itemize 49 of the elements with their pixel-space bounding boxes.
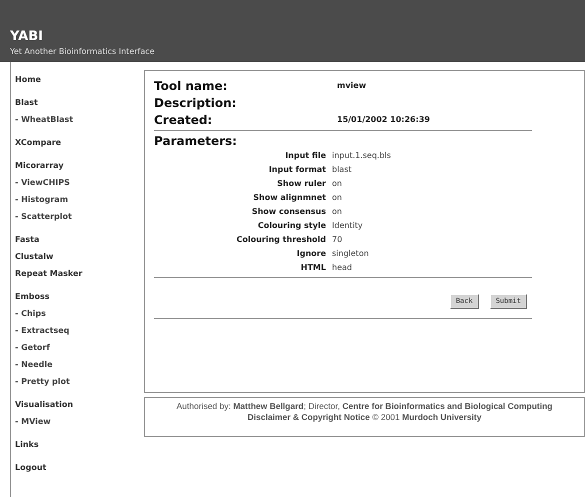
parameter-value: on	[332, 178, 342, 190]
detail-label: Description:	[154, 94, 238, 112]
footer-text: Authorised by: Matthew Bellgard; Director, Centre for Bioinformatics and Biological Computing	[176, 401, 552, 412]
sidebar-link[interactable]: Fasta	[15, 232, 40, 247]
parameter-label: Show ruler	[276, 178, 327, 190]
site-title: YABI	[10, 29, 44, 45]
sidebar-link[interactable]: - ViewCHIPS	[15, 175, 70, 190]
sidebar-link[interactable]: XCompare	[15, 135, 62, 150]
sidebar-link[interactable]: Visualisation	[15, 397, 74, 412]
parameter-value: on	[332, 206, 342, 218]
sidebar-link[interactable]: - Histogram	[15, 192, 68, 207]
parameter-label: Show consensus	[250, 206, 327, 218]
parameter-label: HTML	[300, 262, 327, 274]
detail-value: 15/01/2002 10:26:39	[337, 114, 430, 126]
detail-label: Created:	[154, 112, 214, 128]
parameter-value: Identity	[332, 220, 363, 232]
footer-text: Disclaimer & Copyright Notice © 2001 Murdoch University	[248, 412, 482, 423]
parameter-label: Input file	[284, 150, 327, 162]
sidebar-link[interactable]: Emboss	[15, 289, 50, 304]
parameters-heading: Parameters:	[154, 133, 238, 149]
parameter-label: Colouring threshold	[235, 234, 327, 246]
parameter-value: blast	[332, 164, 352, 176]
parameter-value: on	[332, 192, 342, 204]
sidebar-link[interactable]: - Pretty plot	[15, 374, 70, 389]
sidebar-link[interactable]: - Getorf	[15, 340, 50, 355]
parameter-label: Ignore	[296, 248, 327, 260]
parameter-value: 70	[332, 234, 342, 246]
parameter-label: Input format	[268, 164, 327, 176]
sidebar-link[interactable]: - Extractseq	[15, 323, 70, 338]
sidebar-link[interactable]: Blast	[15, 95, 38, 110]
sidebar-link[interactable]: Logout	[15, 460, 46, 475]
sidebar-link[interactable]: Links	[15, 437, 39, 452]
site-subtitle: Yet Another Bioinformatics Interface	[10, 46, 156, 58]
sidebar-link[interactable]: - Needle	[15, 357, 53, 372]
sidebar-link[interactable]: Micorarray	[15, 158, 64, 173]
parameter-value: input.1.seq.bls	[332, 150, 391, 162]
sidebar-link[interactable]: - Chips	[15, 306, 46, 321]
sidebar-link[interactable]: - Scatterplot	[15, 209, 72, 224]
sidebar-link[interactable]: Repeat Masker	[15, 266, 82, 281]
sidebar-link[interactable]: Clustalw	[15, 249, 54, 264]
detail-label: Tool name:	[154, 78, 228, 94]
parameter-value: head	[332, 262, 352, 274]
parameter-value: singleton	[332, 248, 369, 260]
parameter-label: Show alignmnet	[252, 192, 327, 204]
parameter-label: Colouring style	[256, 220, 327, 232]
sidebar-link[interactable]: - WheatBlast	[15, 112, 74, 127]
sidebar-link[interactable]: - MView	[15, 414, 51, 429]
sidebar-link[interactable]: Home	[15, 72, 41, 87]
detail-value: mview	[337, 80, 366, 92]
